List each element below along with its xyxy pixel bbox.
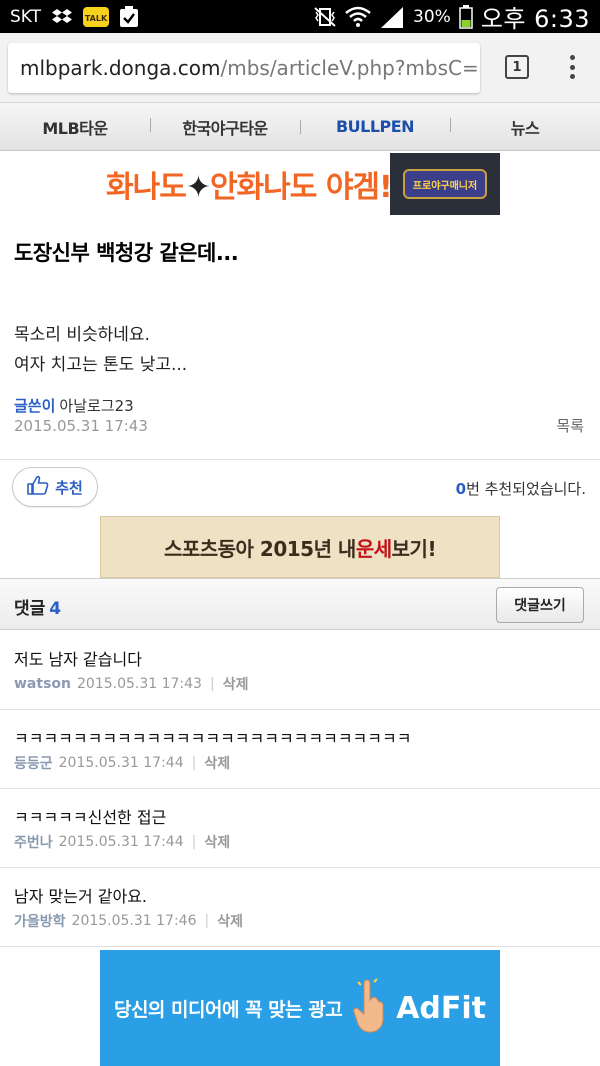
adfit-text: 당신의 미디어에 꼭 맞는 광고 (113, 998, 343, 1021)
banner-mid-text-c: 보기! (391, 536, 437, 561)
overflow-menu-icon[interactable] (562, 53, 582, 81)
article-title: 도장신부 백청강 같은데... (14, 241, 239, 265)
article-date: 2015.05.31 17:43 (14, 417, 148, 435)
author-label: 글쓴이 (14, 397, 56, 415)
banner-text-a: 화나도 (106, 170, 187, 205)
svg-text:TALK: TALK (85, 14, 108, 23)
adfit-brand: AdFit (396, 990, 487, 1026)
comment-item: ㅋㅋㅋㅋㅋ신선한 접근 주번나 2015.05.31 17:44 | 삭제 (0, 789, 600, 868)
recommend-count-suffix: 번 추천되었습니다. (466, 480, 586, 498)
recommend-count-text: 0번 추천되었습니다. (456, 478, 586, 499)
comments-title: 댓글 4 (14, 594, 61, 619)
address-bar[interactable]: mlbpark.donga.com/mbs/articleV.php?mbsC= (8, 42, 480, 93)
battery-icon (459, 4, 473, 29)
ad-banner-adfit[interactable]: 당신의 미디어에 꼭 맞는 광고 AdFit (100, 950, 500, 1066)
url-domain: mlbpark.donga.com (20, 55, 221, 80)
vibrate-off-icon (313, 6, 337, 27)
game-logo: 프로야구매니저 (390, 153, 500, 215)
signal-icon (379, 6, 405, 28)
comment-delete-link[interactable]: 삭제 (217, 911, 243, 931)
separator: | (191, 834, 197, 850)
author-name[interactable]: 아날로그23 (59, 397, 133, 415)
write-comment-button[interactable]: 댓글쓰기 (496, 587, 584, 623)
nav-item-mlb-town[interactable]: MLB타운 (0, 115, 150, 139)
url-path: /mbs/articleV.php?mbsC= (220, 55, 479, 80)
comment-delete-link[interactable]: 삭제 (204, 753, 230, 773)
comment-text: ㅋㅋㅋㅋㅋ신선한 접근 (14, 808, 167, 827)
comment-delete-link[interactable]: 삭제 (223, 674, 249, 694)
article-body: 목소리 비슷하네요. 여자 치고는 톤도 낮고... (14, 320, 187, 380)
battery-percent: 30% (413, 6, 451, 27)
carrier-label: SKT (10, 6, 42, 27)
comments-list: 저도 남자 같습니다 watson 2015.05.31 17:43 | 삭제 ㅋㅋㅋ… (0, 631, 600, 947)
comment-text: ㅋㅋㅋㅋㅋㅋㅋㅋㅋㅋㅋㅋㅋㅋㅋㅋㅋㅋㅋㅋㅋㅋㅋㅋㅋㅋㅋ (14, 729, 412, 748)
bird-icon: ✦ (185, 170, 211, 205)
separator: | (209, 676, 215, 692)
separator: | (191, 755, 197, 771)
comment-author[interactable]: watson (14, 676, 71, 692)
tab-switcher-button[interactable]: 1 (505, 55, 529, 79)
comment-item: 남자 맞는거 같아요. 가을방학 2015.05.31 17:46 | 삭제 (0, 868, 600, 947)
clipboard-check-icon (119, 5, 139, 28)
thumbs-up-icon (27, 475, 49, 499)
recommend-count: 0 (455, 480, 467, 498)
game-logo-text: 프로야구매니저 (403, 169, 487, 199)
comment-item: 저도 남자 같습니다 watson 2015.05.31 17:43 | 삭제 (0, 631, 600, 710)
article-body-line: 목소리 비슷하네요. (14, 325, 150, 345)
comment-author[interactable]: 가을방학 (14, 911, 66, 931)
dropbox-icon (51, 8, 73, 26)
banner-text-c: 야겜! (325, 170, 393, 205)
comment-date: 2015.05.31 17:43 (77, 676, 202, 692)
separator: | (204, 913, 210, 929)
article-body-line: 여자 치고는 톤도 낮고... (14, 355, 188, 375)
wifi-icon (345, 6, 371, 28)
recommend-button[interactable]: 추천 (12, 467, 98, 507)
comment-item: ㅋㅋㅋㅋㅋㅋㅋㅋㅋㅋㅋㅋㅋㅋㅋㅋㅋㅋㅋㅋㅋㅋㅋㅋㅋㅋㅋ 등등군 2015.05.3… (0, 710, 600, 789)
clock: 오후 6:33 (480, 5, 590, 33)
comment-author[interactable]: 등등군 (14, 753, 53, 773)
tap-hand-icon (352, 975, 386, 1038)
nav-item-korea-baseball-town[interactable]: 한국야구타운 (150, 115, 300, 139)
comments-count: 4 (49, 599, 62, 619)
comment-author[interactable]: 주번나 (14, 832, 53, 852)
divider (0, 459, 600, 460)
comment-date: 2015.05.31 17:46 (71, 913, 197, 929)
ad-banner-game[interactable]: 화나도✦안화나도 야겜! 프로야구매니저 (100, 153, 500, 215)
comments-title-label: 댓글 (14, 599, 46, 619)
nav-item-news[interactable]: 뉴스 (450, 115, 600, 139)
kakaotalk-icon: TALK (83, 6, 110, 27)
author-row: 글쓴이 아날로그23 (14, 395, 134, 416)
banner-text-b: 안화나도 (209, 170, 317, 205)
status-bar: SKT TALK 30% 오후 6:33 (0, 0, 600, 33)
comment-delete-link[interactable]: 삭제 (204, 832, 230, 852)
list-link[interactable]: 목록 (556, 415, 584, 436)
comment-text: 남자 맞는거 같아요. (14, 887, 148, 906)
nav-item-bullpen[interactable]: BULLPEN (300, 117, 450, 136)
browser-toolbar: mlbpark.donga.com/mbs/articleV.php?mbsC=… (0, 33, 600, 103)
comment-date: 2015.05.31 17:44 (58, 834, 184, 850)
comments-header: 댓글 4 댓글쓰기 (0, 578, 600, 630)
ad-banner-fortune[interactable]: 스포츠동아 2015년 내 운세 보기! (100, 516, 500, 578)
site-nav: MLB타운 한국야구타운 BULLPEN 뉴스 (0, 103, 600, 151)
comment-date: 2015.05.31 17:44 (58, 755, 184, 771)
comment-text: 저도 남자 같습니다 (14, 650, 142, 669)
banner-mid-text-b: 운세 (355, 536, 392, 561)
banner-mid-text-a: 스포츠동아 2015년 내 (163, 536, 356, 561)
recommend-label: 추천 (55, 478, 83, 497)
